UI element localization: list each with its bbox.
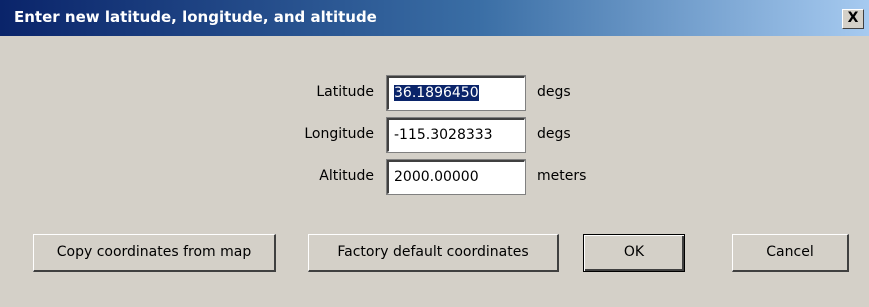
cancel-button[interactable]: Cancel [732, 234, 849, 272]
altitude-label: Altitude [319, 168, 374, 184]
longitude-input[interactable]: -115.3028333 [387, 118, 525, 152]
dialog-title: Enter new latitude, longitude, and altit… [14, 8, 377, 26]
latitude-label: Latitude [316, 84, 374, 100]
close-icon: X [847, 10, 859, 26]
copy-coordinates-button[interactable]: Copy coordinates from map [33, 234, 276, 272]
altitude-input[interactable]: 2000.00000 [387, 160, 525, 194]
altitude-unit: meters [537, 168, 587, 184]
latitude-value: 36.1896450 [394, 85, 479, 101]
coordinates-dialog: Enter new latitude, longitude, and altit… [0, 0, 869, 307]
altitude-value: 2000.00000 [394, 169, 479, 185]
latitude-unit: degs [537, 84, 571, 100]
ok-button[interactable]: OK [583, 234, 685, 272]
longitude-unit: degs [537, 126, 571, 142]
close-button[interactable]: X [842, 9, 864, 29]
title-bar[interactable]: Enter new latitude, longitude, and altit… [0, 0, 869, 36]
factory-default-button[interactable]: Factory default coordinates [308, 234, 559, 272]
longitude-label: Longitude [304, 126, 374, 142]
latitude-input[interactable]: 36.1896450 [387, 76, 525, 110]
longitude-value: -115.3028333 [394, 127, 493, 143]
